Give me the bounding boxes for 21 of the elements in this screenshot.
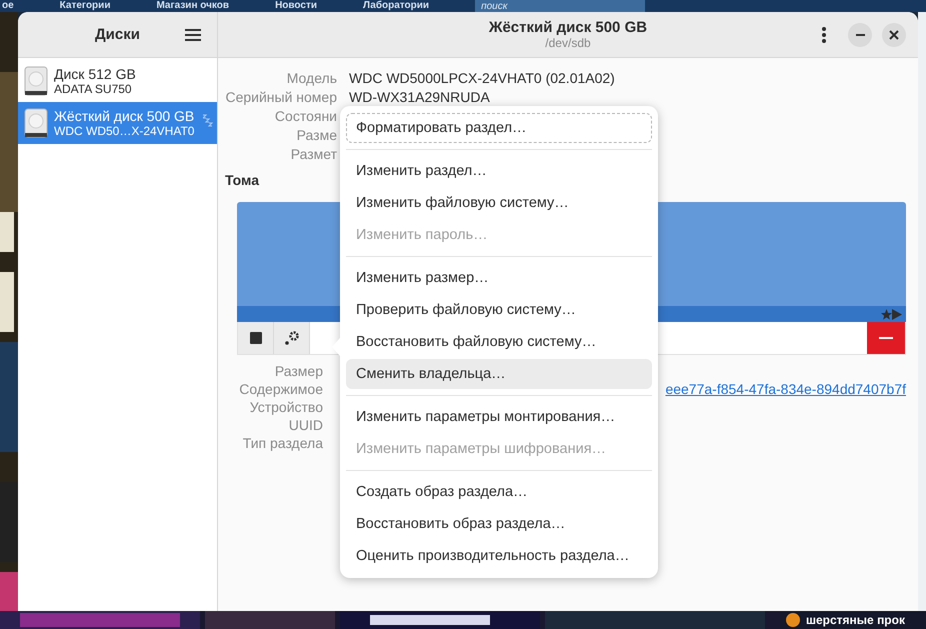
window-subtitle: /dev/sdb <box>545 36 591 50</box>
info-label: Разме <box>296 127 337 143</box>
info-label: Модель <box>286 70 337 86</box>
info-label: Содержимое <box>238 381 323 397</box>
info-label: Размер <box>274 363 323 379</box>
sidebar-title: Диски <box>95 26 140 43</box>
info-label: Состояни <box>274 108 337 124</box>
info-label: Серийный номер <box>225 89 337 105</box>
disk-model: ADATA SU750 <box>54 82 133 96</box>
info-value: WDC WD5000LPCX-24VHAT0 (02.01A02) <box>349 70 616 86</box>
info-label: UUID <box>288 417 323 433</box>
info-label: Устройство <box>248 399 323 415</box>
disk-name: Жёсткий диск 500 GB <box>54 108 194 124</box>
section-title: Тома <box>225 172 259 188</box>
info-label: Размет <box>290 146 337 162</box>
comment-text: шерстяные прок <box>806 613 905 627</box>
info-label: Тип раздела <box>242 435 323 451</box>
info-value: WD-WX31A29NRUDA <box>349 89 491 105</box>
window-title: Жёсткий диск 500 GB <box>488 19 648 36</box>
disk-name: Диск 512 GB <box>54 66 136 82</box>
disk-model: WDC WD50…X-24VHAT0 <box>54 124 194 138</box>
